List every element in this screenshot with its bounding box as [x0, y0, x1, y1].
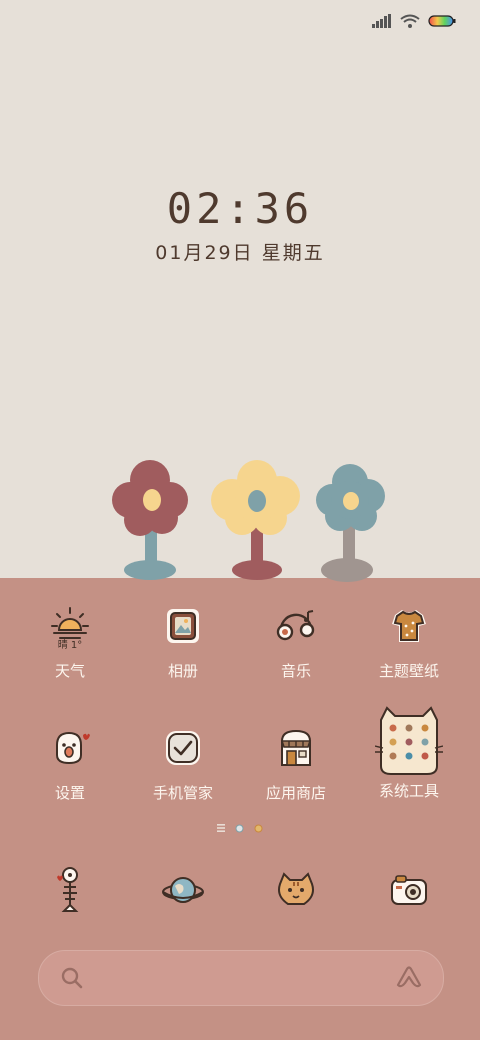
app-store[interactable]: 应用商店: [240, 720, 352, 803]
shirt-icon: [381, 598, 437, 654]
clock-time[interactable]: 02:36: [0, 184, 480, 233]
shield-check-icon: [155, 720, 211, 776]
photo-frame-icon: [155, 598, 211, 654]
search-icon[interactable]: [59, 965, 85, 991]
dock-app-1[interactable]: [14, 862, 126, 918]
app-label: 主题壁纸: [378, 662, 439, 680]
store-icon: [268, 720, 324, 776]
page-dot[interactable]: [254, 824, 263, 833]
folder-icon: [375, 706, 443, 776]
app-label: 相册: [167, 662, 198, 680]
fish-bone-icon: [42, 862, 98, 918]
app-label: 应用商店: [265, 784, 326, 802]
wallpaper-flowers: [112, 460, 385, 582]
app-settings[interactable]: 设置: [14, 720, 126, 803]
settings-chick-icon: [42, 720, 98, 776]
page-dot-active[interactable]: [235, 824, 244, 833]
headphones-icon: [268, 598, 324, 654]
wifi-icon: [400, 14, 420, 28]
app-label: 设置: [54, 784, 85, 802]
app-gallery[interactable]: 相册: [127, 598, 239, 681]
app-weather[interactable]: 晴 1° 天气: [14, 598, 126, 681]
dock-app-2[interactable]: [127, 862, 239, 918]
home-screen: 02:36 01月29日 星期五 晴 1° 天气 相册 音乐 主题壁纸 设置 手…: [0, 0, 480, 1040]
assistant-icon[interactable]: [395, 963, 423, 991]
app-label: 系统工具: [378, 782, 439, 800]
battery-icon: [428, 15, 456, 27]
search-bar[interactable]: [38, 950, 444, 1006]
menu-lines-icon[interactable]: [217, 824, 225, 832]
app-label: 手机管家: [152, 784, 213, 802]
cat-icon: [268, 862, 324, 918]
flower-yellow-icon: [211, 460, 300, 580]
app-label: 天气: [54, 662, 85, 680]
flower-red-icon: [112, 460, 188, 580]
status-bar: [372, 12, 456, 30]
clock-date[interactable]: 01月29日 星期五: [0, 238, 480, 265]
flower-blue-icon: [316, 464, 385, 582]
dock-app-3[interactable]: [240, 862, 352, 918]
planet-browser-icon: [155, 862, 211, 918]
app-phone-manager[interactable]: 手机管家: [127, 720, 239, 803]
app-label: 音乐: [280, 662, 311, 680]
page-indicator[interactable]: [0, 822, 480, 834]
app-themes[interactable]: 主题壁纸: [353, 598, 465, 681]
weather-temp: 晴 1°: [57, 640, 83, 651]
camera-icon: [381, 862, 437, 918]
signal-icon: [372, 14, 391, 28]
dock-app-4[interactable]: [353, 862, 465, 918]
app-music[interactable]: 音乐: [240, 598, 352, 681]
app-system-tools[interactable]: 系统工具: [353, 706, 465, 801]
dock: [0, 860, 480, 924]
